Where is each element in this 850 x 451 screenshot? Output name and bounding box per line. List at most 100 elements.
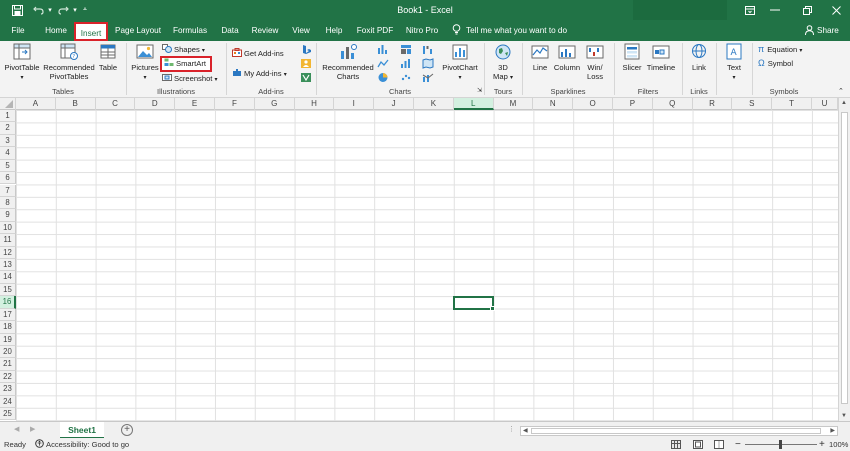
- row-header-12[interactable]: 12: [0, 246, 16, 259]
- people-graph-icon[interactable]: [300, 58, 312, 69]
- account-area[interactable]: [633, 0, 727, 20]
- tell-me-search[interactable]: Tell me what you want to do: [452, 20, 567, 41]
- tab-file[interactable]: File: [6, 20, 30, 41]
- page-layout-view-icon[interactable]: [693, 440, 703, 449]
- row-header-11[interactable]: 11: [0, 234, 16, 247]
- sheet-tab-sheet1[interactable]: Sheet1: [60, 422, 104, 439]
- visio-icon[interactable]: [300, 72, 312, 83]
- sparkline-column-button[interactable]: Column: [552, 43, 582, 87]
- row-header-24[interactable]: 24: [0, 395, 16, 409]
- pivotchart-button[interactable]: PivotChart ▾: [440, 43, 480, 87]
- row-header-5[interactable]: 5: [0, 159, 16, 173]
- zoom-level[interactable]: 100%: [829, 438, 848, 451]
- column-chart-icon[interactable]: [377, 44, 389, 55]
- recommended-pivottables-button[interactable]: ? Recommended PivotTables: [42, 43, 96, 87]
- fill-handle[interactable]: [490, 306, 495, 311]
- pictures-button[interactable]: Pictures ▾: [130, 43, 160, 87]
- line-chart-icon[interactable]: [377, 58, 389, 69]
- charts-dialog-launcher-icon[interactable]: ⇲: [477, 85, 482, 98]
- zoom-in-icon[interactable]: +: [819, 438, 825, 451]
- close-icon[interactable]: [824, 0, 848, 20]
- column-header-o[interactable]: O: [573, 98, 613, 110]
- pivottable-button[interactable]: PivotTable ▾: [4, 43, 40, 87]
- equation-button[interactable]: π Equation ▾: [758, 43, 802, 56]
- minimize-icon[interactable]: [763, 0, 787, 20]
- shapes-button[interactable]: Shapes ▾: [162, 43, 205, 56]
- sparkline-line-button[interactable]: Line: [526, 43, 554, 87]
- ribbon-display-icon[interactable]: [740, 0, 760, 20]
- column-header-e[interactable]: E: [175, 98, 215, 110]
- column-header-s[interactable]: S: [732, 98, 773, 110]
- column-header-f[interactable]: F: [215, 98, 255, 110]
- horizontal-scrollbar[interactable]: ◀ ▶: [520, 426, 838, 436]
- normal-view-icon[interactable]: [671, 440, 681, 449]
- customize-icon[interactable]: ⩡: [80, 0, 90, 20]
- vertical-scrollbar[interactable]: ▲ ▼: [838, 98, 850, 421]
- row-header-1[interactable]: 1: [0, 110, 16, 123]
- row-header-6[interactable]: 6: [0, 172, 16, 185]
- tab-insert[interactable]: Insert: [74, 22, 108, 41]
- tab-review[interactable]: Review: [249, 20, 281, 41]
- row-header-9[interactable]: 9: [0, 209, 16, 222]
- row-header-2[interactable]: 2: [0, 122, 16, 135]
- column-header-d[interactable]: D: [135, 98, 176, 110]
- column-header-g[interactable]: G: [255, 98, 295, 110]
- link-button[interactable]: Link: [686, 43, 712, 87]
- row-header-10[interactable]: 10: [0, 221, 16, 235]
- page-break-view-icon[interactable]: [714, 440, 724, 449]
- tab-nitro-pro[interactable]: Nitro Pro: [403, 20, 441, 41]
- row-header-8[interactable]: 8: [0, 196, 16, 210]
- table-button[interactable]: Table: [96, 43, 120, 87]
- row-header-17[interactable]: 17: [0, 308, 16, 322]
- tab-view[interactable]: View: [288, 20, 314, 41]
- tab-formulas[interactable]: Formulas: [170, 20, 210, 41]
- next-sheet-icon[interactable]: ▶: [30, 425, 35, 433]
- bing-maps-icon[interactable]: [300, 44, 312, 55]
- column-header-p[interactable]: P: [613, 98, 653, 110]
- column-header-k[interactable]: K: [414, 98, 454, 110]
- scroll-down-icon[interactable]: ▼: [841, 413, 847, 419]
- share-button[interactable]: Share: [805, 20, 839, 41]
- column-header-m[interactable]: M: [494, 98, 534, 110]
- row-header-18[interactable]: 18: [0, 321, 16, 334]
- prev-sheet-icon[interactable]: ◀: [14, 425, 19, 433]
- column-header-l[interactable]: L: [453, 98, 494, 110]
- column-header-u[interactable]: U: [812, 98, 838, 110]
- waterfall-chart-icon[interactable]: [422, 44, 434, 55]
- redo-icon[interactable]: [56, 0, 70, 20]
- save-icon[interactable]: [10, 0, 24, 20]
- scroll-up-icon[interactable]: ▲: [841, 100, 847, 106]
- accessibility-status[interactable]: Accessibility: Good to go: [35, 438, 129, 451]
- scatter-chart-icon[interactable]: [400, 72, 412, 83]
- horizontal-scroll-thumb[interactable]: [531, 428, 821, 434]
- column-header-i[interactable]: I: [334, 98, 375, 110]
- zoom-out-icon[interactable]: −: [735, 438, 741, 451]
- column-header-n[interactable]: N: [533, 98, 574, 110]
- pie-chart-icon[interactable]: [377, 72, 389, 83]
- new-sheet-icon[interactable]: +: [121, 424, 133, 436]
- tab-help[interactable]: Help: [321, 20, 347, 41]
- row-header-3[interactable]: 3: [0, 134, 16, 148]
- tab-split-handle-icon[interactable]: ⋮: [508, 425, 515, 433]
- column-header-r[interactable]: R: [693, 98, 733, 110]
- column-header-h[interactable]: H: [295, 98, 335, 110]
- row-header-25[interactable]: 25: [0, 408, 16, 421]
- sparkline-winloss-button[interactable]: Win/ Loss: [582, 43, 608, 87]
- scroll-left-icon[interactable]: ◀: [523, 427, 528, 434]
- undo-dropdown-icon[interactable]: ▾: [46, 0, 54, 20]
- row-header-4[interactable]: 4: [0, 147, 16, 160]
- cell-grid[interactable]: [16, 110, 838, 421]
- row-header-23[interactable]: 23: [0, 383, 16, 396]
- statistic-chart-icon[interactable]: [400, 58, 412, 69]
- combo-chart-icon[interactable]: [422, 72, 434, 83]
- column-header-a[interactable]: A: [16, 98, 56, 110]
- select-all-corner[interactable]: [0, 98, 16, 110]
- symbol-button[interactable]: Ω Symbol: [758, 57, 793, 70]
- row-header-13[interactable]: 13: [0, 259, 16, 272]
- row-header-14[interactable]: 14: [0, 271, 16, 284]
- column-header-b[interactable]: B: [56, 98, 96, 110]
- column-header-j[interactable]: J: [374, 98, 414, 110]
- row-header-21[interactable]: 21: [0, 358, 16, 371]
- row-header-15[interactable]: 15: [0, 283, 16, 297]
- redo-dropdown-icon[interactable]: ▾: [71, 0, 79, 20]
